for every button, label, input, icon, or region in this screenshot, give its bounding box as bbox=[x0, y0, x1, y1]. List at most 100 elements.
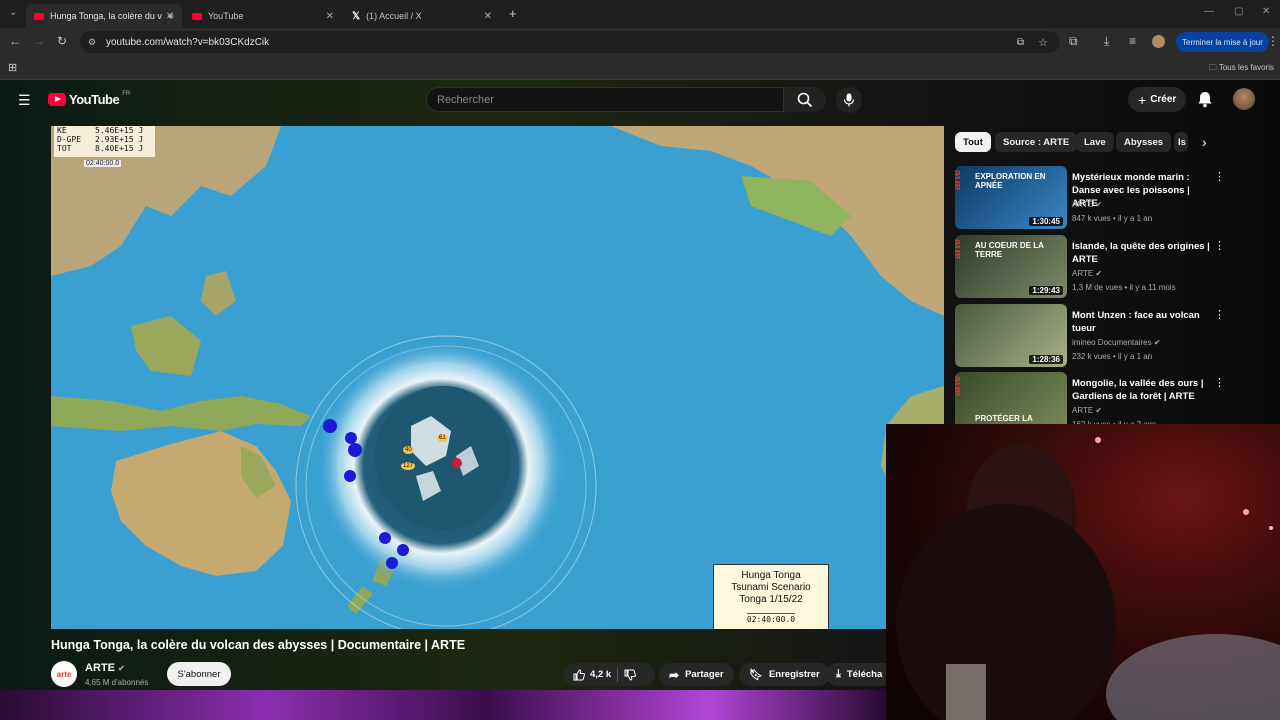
region-code: FR bbox=[122, 90, 131, 97]
plus-icon: + bbox=[1138, 91, 1147, 108]
folder-icon: 🗀︎ bbox=[1208, 63, 1219, 72]
channel-name[interactable]: ARTE ✔ bbox=[85, 662, 125, 674]
profile-avatar[interactable] bbox=[1152, 35, 1165, 48]
legend-value: 2.93E+15 J bbox=[95, 135, 144, 144]
recommendation-channel[interactable]: imineo Documentaires ✔ bbox=[1072, 338, 1161, 347]
account-avatar[interactable] bbox=[1233, 88, 1255, 110]
recommendation-title[interactable]: Islande, la quête des origines | ARTE bbox=[1072, 240, 1212, 266]
youtube-favicon-icon bbox=[192, 12, 202, 20]
like-count: 4,2 k bbox=[590, 669, 612, 680]
recommendation-channel-name: imineo Documentaires bbox=[1072, 338, 1152, 347]
recommendation-channel[interactable]: ARTE ✔ bbox=[1072, 200, 1102, 209]
save-label: Enregistrer bbox=[768, 669, 820, 680]
tab-hunga-tonga[interactable]: Hunga Tonga, la colère du v 🔊︎ ✕ bbox=[26, 4, 182, 28]
more-actions-icon[interactable]: ⋮ bbox=[1214, 308, 1225, 321]
subscribe-button[interactable]: S'abonner bbox=[167, 662, 231, 686]
chip-partial[interactable]: Is bbox=[1174, 132, 1188, 152]
thumbnail-text: Exploration en apnée bbox=[975, 172, 1046, 190]
tab-x[interactable]: 𝕏 (1) Accueil / X ✕ bbox=[344, 4, 500, 28]
recommendation-thumbnail[interactable]: arte Exploration en apnée 1:30:45 bbox=[955, 166, 1067, 229]
bookmarks-bar: ⊞ 🗀︎ Tous les favoris bbox=[0, 56, 1280, 80]
browser-toolbar: ← → ↻ ⚙ youtube.com/watch?v=bk03CKdzCik … bbox=[0, 28, 1280, 56]
verified-icon: ✔ bbox=[1093, 200, 1103, 209]
minimize-icon[interactable]: — bbox=[1204, 6, 1214, 17]
video-player[interactable]: KE 5.46E+15 J D-GPE 2.93E+15 J TOT 8.40E+15… bbox=[51, 126, 944, 629]
bookmark-star-icon[interactable]: ☆ bbox=[1038, 36, 1048, 49]
microphone-icon bbox=[843, 93, 855, 107]
browser-tabstrip: ⌄ Hunga Tonga, la colère du v 🔊︎ ✕ YouTu… bbox=[0, 0, 1280, 28]
more-actions-icon[interactable]: ⋮ bbox=[1214, 239, 1225, 252]
verified-icon: ✔ bbox=[118, 664, 125, 673]
duration-badge: 1:30:45 bbox=[1029, 217, 1063, 226]
site-info-icon[interactable]: ⚙ bbox=[88, 37, 96, 48]
all-bookmarks[interactable]: 🗀︎ Tous les favoris bbox=[1209, 62, 1274, 76]
apps-grid-icon[interactable]: ⊞ bbox=[8, 61, 17, 74]
thumbnail-text: Protéger la bbox=[975, 414, 1033, 423]
window-close-icon[interactable]: ✕ bbox=[1262, 6, 1270, 17]
maximize-icon[interactable]: ▢ bbox=[1234, 6, 1243, 17]
more-actions-icon[interactable]: ⋮ bbox=[1214, 376, 1225, 389]
recommendation-channel-name: ARTE bbox=[1072, 406, 1094, 415]
recommendation-channel-name: ARTE bbox=[1072, 269, 1094, 278]
share-icon: ➦ bbox=[669, 667, 680, 682]
downloads-icon[interactable]: ⤓ bbox=[1104, 34, 1109, 49]
guide-menu-icon[interactable]: ☰ bbox=[18, 92, 31, 109]
scenario-line: Tonga 1/15/22 bbox=[739, 594, 803, 605]
media-control-icon[interactable]: ≡ bbox=[1129, 34, 1136, 48]
chip-source-arte[interactable]: Source : ARTE bbox=[995, 132, 1078, 152]
search-input[interactable]: Rechercher bbox=[426, 87, 784, 112]
recommendation-title[interactable]: Mongolie, la vallée des ours | Gardiens … bbox=[1072, 377, 1212, 403]
tab-close-icon[interactable]: ✕ bbox=[326, 11, 334, 22]
address-bar[interactable]: ⚙ youtube.com/watch?v=bk03CKdzCik ⧉ ☆ bbox=[80, 31, 1060, 53]
browser-menu-icon[interactable]: ⋮ bbox=[1267, 34, 1279, 48]
reload-icon[interactable]: ↻ bbox=[57, 34, 67, 48]
more-actions-icon[interactable]: ⋮ bbox=[1214, 170, 1225, 183]
scenario-line: Tsunami Scenario bbox=[731, 582, 811, 593]
recommendation-thumbnail[interactable]: 1:28:36 bbox=[955, 304, 1067, 367]
install-app-icon[interactable]: ⧉ bbox=[1017, 37, 1024, 48]
youtube-logo[interactable]: YouTube FR bbox=[48, 90, 131, 107]
recommendation-thumbnail[interactable]: arte Au coeur de la terre 1:29:43 bbox=[955, 235, 1067, 298]
voice-search-button[interactable] bbox=[836, 87, 862, 113]
like-button[interactable]: 4,2 k bbox=[573, 668, 612, 681]
legend-timestamp: 02:40:00.0 bbox=[84, 160, 122, 167]
like-divider bbox=[617, 667, 619, 682]
channel-avatar[interactable]: arte bbox=[51, 661, 77, 687]
streamer-silhouette bbox=[896, 437, 1280, 720]
tab-close-icon[interactable]: ✕ bbox=[166, 11, 174, 22]
recommendation-channel[interactable]: ARTE ✔ bbox=[1072, 406, 1102, 415]
tab-youtube[interactable]: YouTube ✕ bbox=[184, 4, 342, 28]
recommendation-title[interactable]: Mont Unzen : face au volcan tueur bbox=[1072, 309, 1212, 335]
channel-name-text: ARTE bbox=[85, 662, 115, 674]
save-button[interactable]: 🔖︎ Enregistrer bbox=[739, 663, 830, 686]
scenario-line: Hunga Tonga bbox=[741, 570, 801, 581]
gauge-label: 127 bbox=[401, 462, 416, 470]
update-button[interactable]: Terminer la mise à jour bbox=[1176, 32, 1269, 52]
download-label: Télécha bbox=[846, 669, 883, 680]
tab-search-icon[interactable]: ⌄ bbox=[9, 7, 17, 18]
extensions-icon[interactable]: ⧉ bbox=[1069, 34, 1078, 49]
forward-icon[interactable]: → bbox=[33, 34, 45, 48]
notifications-bell-icon[interactable] bbox=[1197, 91, 1213, 108]
share-button[interactable]: ➦ Partager bbox=[659, 663, 734, 686]
new-tab-icon[interactable]: + bbox=[509, 6, 517, 21]
recommendation-meta: 847 k vues • il y a 1 an bbox=[1072, 214, 1153, 223]
tab-close-icon[interactable]: ✕ bbox=[484, 11, 492, 22]
recommendation-channel[interactable]: ARTE ✔ bbox=[1072, 269, 1102, 278]
bookmarks-folder-label: Tous les favoris bbox=[1218, 63, 1274, 72]
thumbs-down-icon[interactable] bbox=[624, 669, 637, 681]
tsunami-map-frame bbox=[51, 126, 944, 629]
chips-next-chevron-icon[interactable]: › bbox=[1202, 134, 1207, 150]
chip-abysses[interactable]: Abysses bbox=[1116, 132, 1172, 152]
chip-lave[interactable]: Lave bbox=[1076, 132, 1114, 152]
create-label: Créer bbox=[1150, 94, 1177, 105]
search-button[interactable] bbox=[784, 87, 826, 112]
create-button[interactable]: + Créer bbox=[1128, 87, 1187, 112]
scenario-timestamp: 02:40:00.0 bbox=[746, 613, 796, 624]
bookmark-icon: 🔖︎ bbox=[749, 669, 763, 681]
verified-icon: ✔ bbox=[1093, 406, 1103, 415]
download-button[interactable]: ⤓ Télécha bbox=[826, 663, 886, 686]
chip-tout[interactable]: Tout bbox=[955, 132, 991, 152]
back-icon[interactable]: ← bbox=[9, 34, 21, 48]
search-placeholder: Rechercher bbox=[437, 93, 494, 106]
